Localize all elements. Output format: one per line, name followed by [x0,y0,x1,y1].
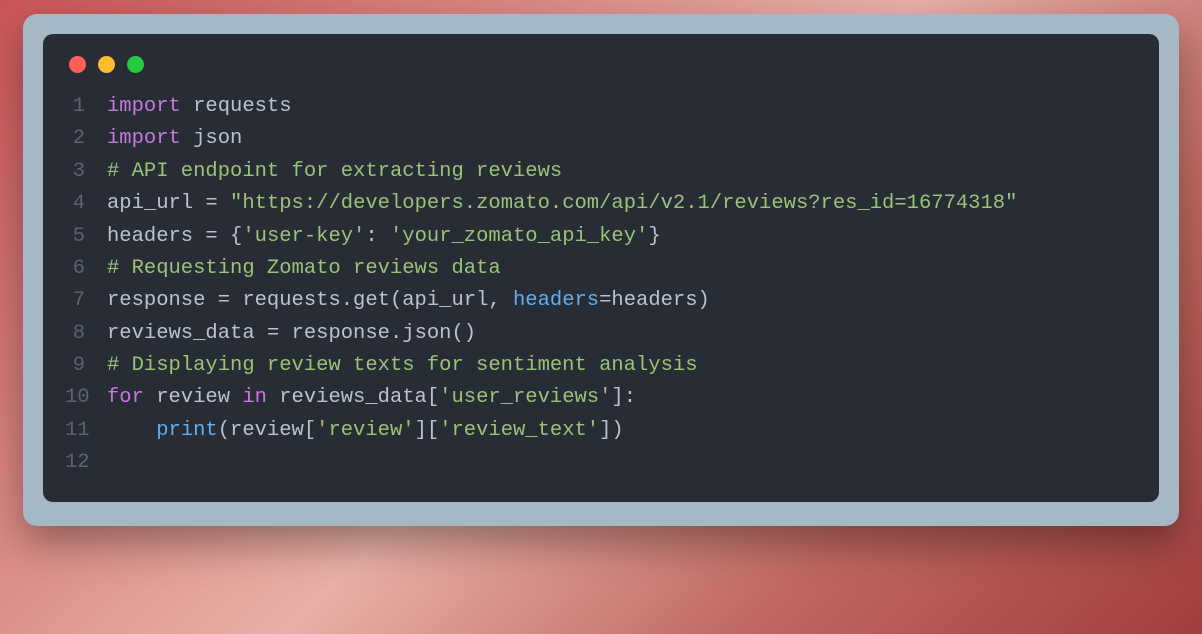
code-token: : [365,225,390,248]
line-number: 12 [65,447,107,479]
close-icon[interactable] [69,56,86,73]
code-token: 'user-key' [242,225,365,248]
line-content[interactable]: api_url = "https://developers.zomato.com… [107,188,1137,220]
line-content[interactable]: print(review['review']['review_text']) [107,415,1137,447]
code-line[interactable]: 6# Requesting Zomato reviews data [65,253,1137,285]
code-token: { [218,225,243,248]
line-content[interactable]: for review in reviews_data['user_reviews… [107,382,1137,414]
code-token: # Displaying review texts for sentiment … [107,354,698,377]
code-token: print [156,419,218,442]
code-token: = [599,289,611,312]
code-editor[interactable]: 1import requests2import json3# API endpo… [43,34,1159,502]
code-token: headers [513,289,599,312]
line-content[interactable]: response = requests.get(api_url, headers… [107,285,1137,317]
line-content[interactable]: headers = {'user-key': 'your_zomato_api_… [107,221,1137,253]
line-number: 9 [65,350,107,382]
line-content[interactable]: import json [107,123,1137,155]
code-token: = [218,289,230,312]
code-token [107,419,156,442]
code-token: # API endpoint for extracting reviews [107,160,562,183]
code-block[interactable]: 1import requests2import json3# API endpo… [65,91,1137,480]
line-number: 8 [65,318,107,350]
code-line[interactable]: 9# Displaying review texts for sentiment… [65,350,1137,382]
line-content[interactable]: import requests [107,91,1137,123]
code-token: api_url [107,192,205,215]
line-number: 2 [65,123,107,155]
code-token: for [107,386,144,409]
code-token: requests [181,95,292,118]
code-token: reviews_data[ [267,386,439,409]
line-content[interactable]: # Requesting Zomato reviews data [107,253,1137,285]
code-token: headers [107,225,205,248]
code-token: # Requesting Zomato reviews data [107,257,501,280]
code-token: in [242,386,267,409]
line-number: 4 [65,188,107,220]
code-token: import [107,95,181,118]
code-token: 'your_zomato_api_key' [390,225,648,248]
line-number: 10 [65,382,107,414]
code-line[interactable]: 3# API endpoint for extracting reviews [65,156,1137,188]
code-token: = [205,225,217,248]
code-line[interactable]: 4api_url = "https://developers.zomato.co… [65,188,1137,220]
code-token: 'review' [316,419,414,442]
code-token [218,192,230,215]
code-line[interactable]: 7response = requests.get(api_url, header… [65,285,1137,317]
code-token: = [205,192,217,215]
code-token: 'user_reviews' [439,386,611,409]
code-token: ]: [611,386,636,409]
code-token: ][ [415,419,440,442]
line-number: 5 [65,221,107,253]
line-content[interactable]: # API endpoint for extracting reviews [107,156,1137,188]
line-content[interactable]: # Displaying review texts for sentiment … [107,350,1137,382]
code-token: (review[ [218,419,316,442]
line-number: 1 [65,91,107,123]
window-controls [69,56,1137,73]
code-token: } [648,225,660,248]
line-number: 7 [65,285,107,317]
code-token: response [107,289,218,312]
code-line[interactable]: 8reviews_data = response.json() [65,318,1137,350]
code-line[interactable]: 5headers = {'user-key': 'your_zomato_api… [65,221,1137,253]
code-token: 'review_text' [439,419,599,442]
code-line[interactable]: 2import json [65,123,1137,155]
line-number: 3 [65,156,107,188]
code-token: requests.get(api_url, [230,289,513,312]
code-token: ]) [599,419,624,442]
code-token: json [181,127,243,150]
minimize-icon[interactable] [98,56,115,73]
code-token: import [107,127,181,150]
code-line[interactable]: 12 [65,447,1137,479]
code-window: 1import requests2import json3# API endpo… [23,14,1179,526]
zoom-icon[interactable] [127,56,144,73]
line-number: 6 [65,253,107,285]
code-token: "https://developers.zomato.com/api/v2.1/… [230,192,1017,215]
line-number: 11 [65,415,107,447]
code-line[interactable]: 1import requests [65,91,1137,123]
code-line[interactable]: 10for review in reviews_data['user_revie… [65,382,1137,414]
code-token: response.json() [279,322,476,345]
line-content[interactable]: reviews_data = response.json() [107,318,1137,350]
code-token: reviews_data [107,322,267,345]
code-token: headers) [611,289,709,312]
code-line[interactable]: 11 print(review['review']['review_text']… [65,415,1137,447]
code-token: = [267,322,279,345]
code-token: review [144,386,242,409]
line-content[interactable] [107,447,1137,479]
